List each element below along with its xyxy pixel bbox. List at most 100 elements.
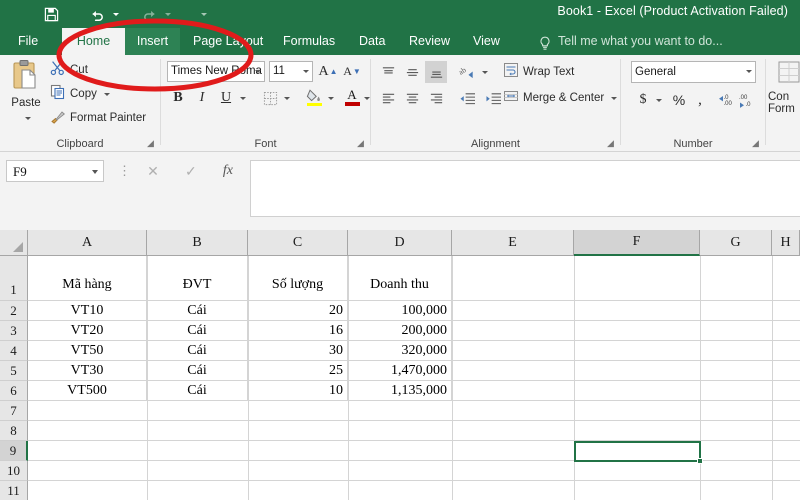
copy-dropdown-icon[interactable] xyxy=(103,92,110,96)
customize-quick-access-icon[interactable] xyxy=(198,2,210,26)
font-size-input[interactable]: 11 xyxy=(269,61,313,82)
number-format-input[interactable]: General xyxy=(631,61,756,83)
accounting-format-button[interactable]: $ xyxy=(633,89,653,111)
tab-page-layout[interactable]: Page Layout xyxy=(183,28,265,55)
formula-input[interactable] xyxy=(250,160,800,217)
name-box-dropdown-icon[interactable] xyxy=(92,170,98,174)
row-header-2[interactable]: 2 xyxy=(0,301,28,321)
row-header-1[interactable]: 1 xyxy=(0,256,28,301)
column-header-d[interactable]: D xyxy=(348,230,452,256)
cell-b1[interactable]: ĐVT xyxy=(147,256,248,301)
cell-b3[interactable]: Cái xyxy=(147,321,248,341)
align-top-button[interactable] xyxy=(377,61,399,83)
font-size-dropdown-icon[interactable] xyxy=(303,70,309,73)
orientation-dropdown-icon[interactable] xyxy=(479,61,491,83)
redo-icon[interactable] xyxy=(136,2,162,26)
save-icon[interactable] xyxy=(38,2,64,26)
tab-home[interactable]: Home xyxy=(62,28,125,55)
font-dialog-launcher[interactable]: ◢ xyxy=(355,138,366,149)
underline-button[interactable]: U xyxy=(215,87,237,109)
cut-button[interactable]: Cut xyxy=(50,59,88,81)
cell-c4[interactable]: 30 xyxy=(248,341,348,361)
cell-a1[interactable]: Mã hàng xyxy=(28,256,147,301)
decrease-indent-button[interactable] xyxy=(455,87,479,109)
cell-c3[interactable]: 16 xyxy=(248,321,348,341)
cell-c2[interactable]: 20 xyxy=(248,301,348,321)
merge-center-button[interactable]: Merge & Center xyxy=(503,87,618,109)
orientation-button[interactable]: ab xyxy=(455,61,479,83)
format-painter-button[interactable]: Format Painter xyxy=(50,107,146,129)
accounting-dropdown-icon[interactable] xyxy=(653,89,665,111)
column-header-h[interactable]: H xyxy=(772,230,800,256)
enter-formula-button[interactable]: ✓ xyxy=(185,163,197,180)
fill-handle[interactable] xyxy=(697,458,703,464)
alignment-dialog-launcher[interactable]: ◢ xyxy=(605,138,616,149)
undo-dropdown-icon[interactable] xyxy=(110,2,122,26)
cell-c1[interactable]: Số lượng xyxy=(248,256,348,301)
name-box[interactable]: F9 xyxy=(6,160,104,182)
tab-review[interactable]: Review xyxy=(399,28,455,55)
copy-button[interactable]: Copy xyxy=(50,83,110,105)
tab-data[interactable]: Data xyxy=(349,28,391,55)
borders-button[interactable] xyxy=(259,87,281,109)
font-color-button[interactable]: A xyxy=(341,85,363,109)
cell-d2[interactable]: 100,000 xyxy=(348,301,452,321)
percent-style-button[interactable]: % xyxy=(669,89,689,111)
paste-dropdown-icon[interactable] xyxy=(24,116,31,120)
increase-indent-button[interactable] xyxy=(481,87,505,109)
column-header-f[interactable]: F xyxy=(574,230,700,256)
cell-d4[interactable]: 320,000 xyxy=(348,341,452,361)
column-header-a[interactable]: A xyxy=(28,230,147,256)
decrease-font-size-button[interactable]: A ▼ xyxy=(341,61,363,82)
insert-function-button[interactable]: fx xyxy=(223,163,233,179)
underline-dropdown-icon[interactable] xyxy=(237,87,249,109)
align-bottom-button[interactable] xyxy=(425,61,447,83)
column-header-g[interactable]: G xyxy=(700,230,772,256)
fill-color-dropdown-icon[interactable] xyxy=(325,87,337,109)
comma-style-button[interactable]: , xyxy=(691,89,709,111)
cell-d1[interactable]: Doanh thu xyxy=(348,256,452,301)
tab-file[interactable]: File xyxy=(8,28,48,55)
cancel-formula-button[interactable]: ✕ xyxy=(147,163,159,180)
decrease-decimal-button[interactable]: .00 .0 xyxy=(737,89,759,111)
tab-insert[interactable]: Insert xyxy=(125,28,180,55)
align-middle-button[interactable] xyxy=(401,61,423,83)
cell-b2[interactable]: Cái xyxy=(147,301,248,321)
row-header-9[interactable]: 9 xyxy=(0,441,28,461)
column-header-e[interactable]: E xyxy=(452,230,574,256)
selected-cell-f9[interactable] xyxy=(574,441,701,462)
cell-c5[interactable]: 25 xyxy=(248,361,348,381)
cell-d3[interactable]: 200,000 xyxy=(348,321,452,341)
align-center-button[interactable] xyxy=(401,87,423,109)
cell-c6[interactable]: 10 xyxy=(248,381,348,401)
cell-d6[interactable]: 1,135,000 xyxy=(348,381,452,401)
row-header-6[interactable]: 6 xyxy=(0,381,28,401)
align-right-button[interactable] xyxy=(425,87,447,109)
tab-formulas[interactable]: Formulas xyxy=(273,28,341,55)
row-header-3[interactable]: 3 xyxy=(0,321,28,341)
cell-a4[interactable]: VT50 xyxy=(28,341,147,361)
align-left-button[interactable] xyxy=(377,87,399,109)
cell-d5[interactable]: 1,470,000 xyxy=(348,361,452,381)
row-header-8[interactable]: 8 xyxy=(0,421,28,441)
column-header-c[interactable]: C xyxy=(248,230,348,256)
cell-a6[interactable]: VT500 xyxy=(28,381,147,401)
increase-decimal-button[interactable]: .0 .00 xyxy=(715,89,737,111)
select-all-corner[interactable] xyxy=(0,230,28,256)
row-header-10[interactable]: 10 xyxy=(0,461,28,481)
cell-b4[interactable]: Cái xyxy=(147,341,248,361)
undo-icon[interactable] xyxy=(84,2,110,26)
row-header-11[interactable]: 11 xyxy=(0,481,28,500)
wrap-text-button[interactable]: Wrap Text xyxy=(503,61,574,83)
font-name-dropdown-icon[interactable] xyxy=(255,70,261,73)
cell-b5[interactable]: Cái xyxy=(147,361,248,381)
borders-dropdown-icon[interactable] xyxy=(281,87,293,109)
number-dialog-launcher[interactable]: ◢ xyxy=(750,138,761,149)
cell-a2[interactable]: VT10 xyxy=(28,301,147,321)
number-format-dropdown-icon[interactable] xyxy=(746,70,752,73)
bold-button[interactable]: B xyxy=(167,87,189,109)
row-header-5[interactable]: 5 xyxy=(0,361,28,381)
column-header-b[interactable]: B xyxy=(147,230,248,256)
fill-color-button[interactable] xyxy=(303,85,325,109)
row-header-7[interactable]: 7 xyxy=(0,401,28,421)
